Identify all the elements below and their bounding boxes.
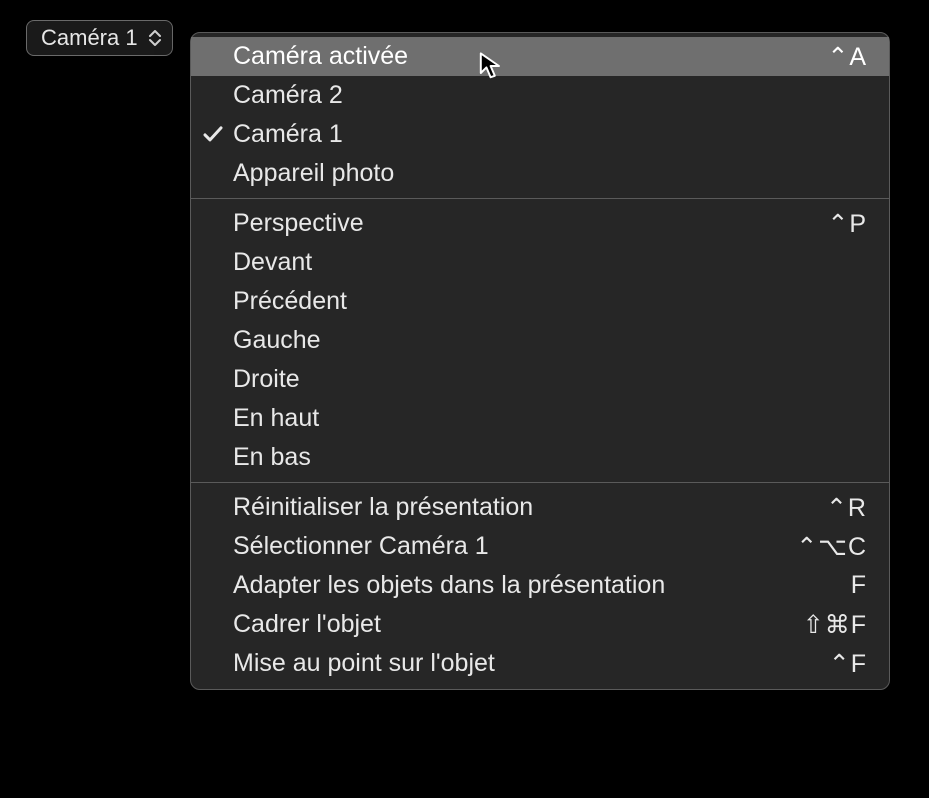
menu-item-label: Caméra 2 — [233, 81, 867, 110]
menu-item-label: Précédent — [233, 287, 867, 316]
menu-item-label: Caméra 1 — [233, 120, 867, 149]
menu-item-label: Droite — [233, 365, 867, 394]
menu-item-back[interactable]: Précédent — [191, 282, 889, 321]
menu-item-shortcut: ⌃⌥C — [796, 532, 867, 562]
menu-item-select-camera-1[interactable]: Sélectionner Caméra 1 ⌃⌥C — [191, 527, 889, 566]
menu-item-shortcut: ⌃R — [826, 493, 867, 523]
menu-item-label: Devant — [233, 248, 867, 277]
menu-separator — [191, 482, 889, 483]
menu-item-front[interactable]: Devant — [191, 243, 889, 282]
menu-item-top[interactable]: En haut — [191, 399, 889, 438]
menu-item-shortcut: F — [851, 571, 867, 600]
menu-item-reset-view[interactable]: Réinitialiser la présentation ⌃R — [191, 488, 889, 527]
menu-item-right[interactable]: Droite — [191, 360, 889, 399]
menu-item-label: Sélectionner Caméra 1 — [233, 532, 796, 561]
menu-item-label: En bas — [233, 443, 867, 472]
menu-item-label: Gauche — [233, 326, 867, 355]
menu-item-label: Perspective — [233, 209, 827, 238]
camera-popup-label: Caméra 1 — [41, 25, 138, 51]
chevron-up-down-icon — [148, 30, 162, 46]
menu-item-shortcut: ⌃A — [827, 42, 867, 72]
menu-item-active-camera[interactable]: Caméra activée ⌃A — [191, 37, 889, 76]
menu-item-label: En haut — [233, 404, 867, 433]
camera-view-menu: Caméra activée ⌃A Caméra 2 Caméra 1 Appa… — [190, 32, 890, 690]
menu-item-shortcut: ⇧⌘F — [803, 610, 867, 640]
checkmark-icon — [202, 122, 224, 144]
menu-separator — [191, 198, 889, 199]
menu-item-still-camera[interactable]: Appareil photo — [191, 154, 889, 193]
menu-item-shortcut: ⌃F — [829, 649, 867, 679]
menu-item-shortcut: ⌃P — [827, 209, 867, 239]
camera-popup-button[interactable]: Caméra 1 — [26, 20, 173, 56]
menu-item-label: Réinitialiser la présentation — [233, 493, 826, 522]
menu-item-label: Appareil photo — [233, 159, 867, 188]
menu-item-focus-object[interactable]: Mise au point sur l'objet ⌃F — [191, 644, 889, 683]
menu-item-camera-2[interactable]: Caméra 2 — [191, 76, 889, 115]
menu-item-camera-1[interactable]: Caméra 1 — [191, 115, 889, 154]
menu-item-perspective[interactable]: Perspective ⌃P — [191, 204, 889, 243]
menu-item-label: Adapter les objets dans la présentation — [233, 571, 851, 600]
menu-item-bottom[interactable]: En bas — [191, 438, 889, 477]
menu-item-fit-objects[interactable]: Adapter les objets dans la présentation … — [191, 566, 889, 605]
menu-item-label: Mise au point sur l'objet — [233, 649, 829, 678]
menu-item-label: Caméra activée — [233, 42, 827, 71]
menu-item-frame-object[interactable]: Cadrer l'objet ⇧⌘F — [191, 605, 889, 644]
menu-item-left[interactable]: Gauche — [191, 321, 889, 360]
menu-item-label: Cadrer l'objet — [233, 610, 803, 639]
